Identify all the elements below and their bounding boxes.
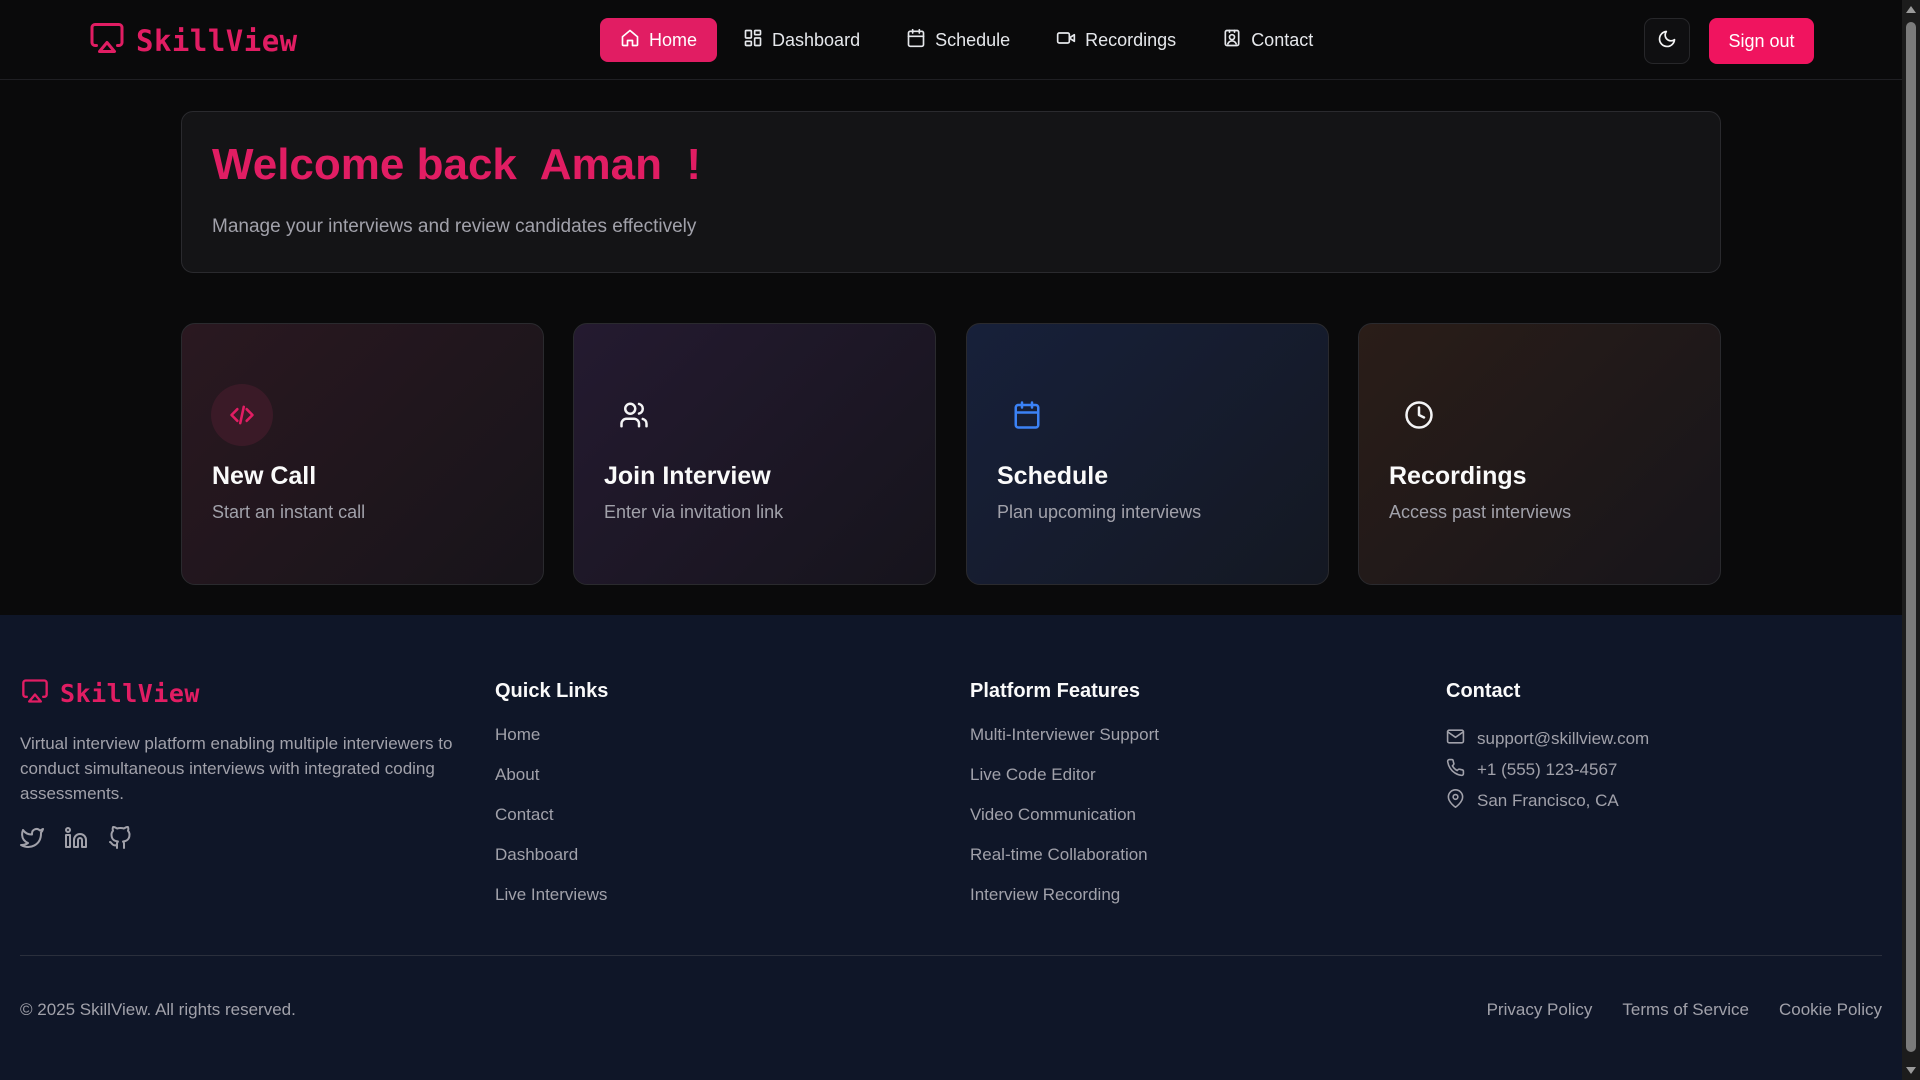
platform-features-column: Platform Features Multi-Interviewer Supp… [970, 680, 1159, 925]
card-description: Start an instant call [212, 502, 366, 522]
copyright: © 2025 SkillView. All rights reserved. [20, 1000, 296, 1019]
new-call-card[interactable]: New Call Start an instant call [181, 323, 544, 585]
cookie-policy-link[interactable]: Cookie Policy [1779, 1000, 1882, 1020]
feature-link[interactable]: Live Code Editor [970, 765, 1159, 805]
feature-link[interactable]: Interview Recording [970, 885, 1159, 925]
footer-link-home[interactable]: Home [495, 725, 608, 765]
contact-email[interactable]: support@skillview.com [1446, 721, 1649, 756]
recordings-card[interactable]: Recordings Access past interviews [1358, 323, 1721, 585]
card-description: Enter via invitation link [604, 502, 784, 522]
page-scrollbar[interactable] [1902, 0, 1920, 1080]
welcome-subtitle: Manage your interviews and review candid… [212, 216, 697, 237]
nav-recordings[interactable]: Recordings [1036, 18, 1196, 62]
sign-out-button[interactable]: Sign out [1709, 18, 1814, 64]
card-title: Join Interview [604, 462, 771, 490]
join-interview-card[interactable]: Join Interview Enter via invitation link [573, 323, 936, 585]
welcome-title: Welcome back Aman ! [212, 140, 702, 189]
calendar-icon [996, 384, 1058, 446]
contact-location-text: San Francisco, CA [1477, 790, 1619, 810]
nav-home[interactable]: Home [600, 18, 718, 62]
nav-schedule-label: Schedule [935, 29, 1011, 50]
users-icon [603, 384, 665, 446]
nav-contact[interactable]: Contact [1202, 18, 1333, 62]
video-icon [1056, 28, 1076, 53]
feature-link[interactable]: Video Communication [970, 805, 1159, 845]
linkedin-icon[interactable] [64, 826, 88, 850]
welcome-card: Welcome back Aman ! Manage your intervie… [181, 111, 1721, 273]
scroll-down-arrow-icon[interactable] [1906, 1067, 1916, 1074]
quick-links-column: Quick Links Home About Contact Dashboard… [495, 680, 608, 925]
terms-of-service-link[interactable]: Terms of Service [1622, 1000, 1749, 1020]
mail-icon [1446, 727, 1465, 751]
footer-description: Virtual interview platform enabling mult… [20, 734, 453, 803]
nav-dashboard[interactable]: Dashboard [723, 18, 880, 62]
twitter-icon[interactable] [20, 826, 44, 850]
footer-divider [20, 955, 1882, 956]
contact-column: Contact support@skillview.com +1 (555) 1… [1446, 680, 1649, 818]
nav-recordings-label: Recordings [1085, 29, 1177, 50]
legal-links: Privacy Policy Terms of Service Cookie P… [1487, 1000, 1882, 1020]
phone-icon [1446, 758, 1465, 782]
brand-name: SkillView [136, 23, 298, 58]
card-title: Recordings [1389, 462, 1527, 490]
social-links [20, 826, 132, 850]
contact-heading: Contact [1446, 680, 1521, 702]
scroll-up-arrow-icon[interactable] [1906, 6, 1916, 13]
brand-logo[interactable]: SkillView [88, 20, 298, 61]
card-title: Schedule [997, 462, 1109, 490]
map-pin-icon [1446, 788, 1465, 813]
calendar-icon [906, 28, 926, 53]
theme-toggle-button[interactable] [1644, 18, 1690, 64]
nav-dashboard-label: Dashboard [772, 29, 861, 50]
home-icon [620, 28, 640, 53]
card-title: New Call [212, 462, 317, 490]
dashboard-icon [743, 28, 763, 53]
top-navbar: SkillView Home Dashboard Schedule Record… [0, 0, 1902, 80]
moon-icon [1657, 29, 1677, 54]
contact-phone[interactable]: +1 (555) 123-4567 [1446, 752, 1649, 787]
screen-cast-icon [20, 677, 50, 710]
platform-features-heading: Platform Features [970, 680, 1141, 702]
feature-link[interactable]: Real-time Collaboration [970, 845, 1159, 885]
contact-icon [1222, 28, 1242, 53]
card-description: Plan upcoming interviews [997, 502, 1202, 522]
page: SkillView Home Dashboard Schedule Record… [0, 0, 1902, 1080]
contact-email-text: support@skillview.com [1477, 728, 1650, 748]
site-footer: SkillView Virtual interview platform ena… [0, 615, 1902, 1080]
code-icon [211, 384, 273, 446]
github-icon[interactable] [108, 826, 132, 850]
contact-location: San Francisco, CA [1446, 783, 1649, 818]
footer-brand-name: SkillView [60, 679, 200, 708]
schedule-card[interactable]: Schedule Plan upcoming interviews [966, 323, 1329, 585]
nav-schedule[interactable]: Schedule [886, 18, 1030, 62]
contact-phone-text: +1 (555) 123-4567 [1477, 759, 1618, 779]
clock-icon [1388, 384, 1450, 446]
screen-cast-icon [88, 20, 126, 61]
quick-links-heading: Quick Links [495, 680, 609, 702]
nav-home-label: Home [649, 29, 698, 50]
main-nav: Home Dashboard Schedule Recordings Conta… [600, 18, 1333, 62]
nav-contact-label: Contact [1251, 29, 1314, 50]
feature-link[interactable]: Multi-Interviewer Support [970, 725, 1159, 765]
scroll-thumb[interactable] [1906, 22, 1916, 1052]
footer-link-about[interactable]: About [495, 765, 608, 805]
card-description: Access past interviews [1389, 502, 1572, 522]
privacy-policy-link[interactable]: Privacy Policy [1487, 1000, 1593, 1020]
footer-link-live-interviews[interactable]: Live Interviews [495, 885, 608, 925]
footer-link-contact[interactable]: Contact [495, 805, 608, 845]
footer-brand[interactable]: SkillView [20, 677, 200, 710]
footer-link-dashboard[interactable]: Dashboard [495, 845, 608, 885]
